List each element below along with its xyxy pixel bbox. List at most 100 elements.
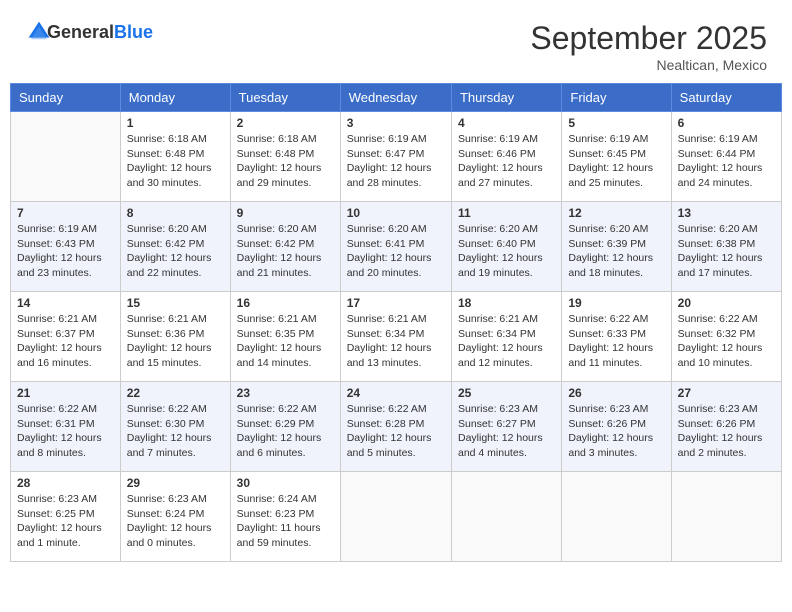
calendar-week-row: 14 Sunrise: 6:21 AM Sunset: 6:37 PM Dayli… [11, 292, 782, 382]
day-number: 15 [127, 296, 224, 310]
day-info: Sunrise: 6:19 AM Sunset: 6:46 PM Dayligh… [458, 132, 555, 191]
calendar-cell: 1 Sunrise: 6:18 AM Sunset: 6:48 PM Daylig… [120, 112, 230, 202]
calendar-cell: 30 Sunrise: 6:24 AM Sunset: 6:23 PM Dayli… [230, 472, 340, 562]
calendar-week-row: 28 Sunrise: 6:23 AM Sunset: 6:25 PM Dayli… [11, 472, 782, 562]
day-number: 2 [237, 116, 334, 130]
day-number: 20 [678, 296, 775, 310]
day-info: Sunrise: 6:23 AM Sunset: 6:26 PM Dayligh… [568, 402, 664, 461]
day-number: 12 [568, 206, 664, 220]
day-number: 23 [237, 386, 334, 400]
day-number: 22 [127, 386, 224, 400]
calendar-cell [562, 472, 671, 562]
day-info: Sunrise: 6:21 AM Sunset: 6:37 PM Dayligh… [17, 312, 114, 371]
calendar-cell [11, 112, 121, 202]
calendar-cell: 2Sunrise: 6:18 AM Sunset: 6:48 PM Daylig… [230, 112, 340, 202]
calendar-cell: 19Sunrise: 6:22 AM Sunset: 6:33 PM Dayli… [562, 292, 671, 382]
day-number: 8 [127, 206, 224, 220]
day-number: 17 [347, 296, 445, 310]
calendar-cell: 25Sunrise: 6:23 AM Sunset: 6:27 PM Dayli… [451, 382, 561, 472]
day-number: 11 [458, 206, 555, 220]
day-info: Sunrise: 6:22 AM Sunset: 6:32 PM Dayligh… [678, 312, 775, 371]
day-number: 7 [17, 206, 114, 220]
calendar-cell: 13Sunrise: 6:20 AM Sunset: 6:38 PM Dayli… [671, 202, 781, 292]
day-number: 6 [678, 116, 775, 130]
day-info: Sunrise: 6:19 AM Sunset: 6:45 PM Dayligh… [568, 132, 664, 191]
calendar-cell: 28 Sunrise: 6:23 AM Sunset: 6:25 PM Dayli… [11, 472, 121, 562]
calendar-cell: 29 Sunrise: 6:23 AM Sunset: 6:24 PM Dayli… [120, 472, 230, 562]
calendar-cell: 17Sunrise: 6:21 AM Sunset: 6:34 PM Dayli… [340, 292, 451, 382]
calendar-week-row: 21 Sunrise: 6:22 AM Sunset: 6:31 PM Dayli… [11, 382, 782, 472]
calendar-cell: 10 Sunrise: 6:20 AM Sunset: 6:41 PM Dayli… [340, 202, 451, 292]
calendar-day-header: Saturday [671, 84, 781, 112]
day-number: 24 [347, 386, 445, 400]
day-info: Sunrise: 6:22 AM Sunset: 6:31 PM Dayligh… [17, 402, 114, 461]
calendar-cell: 22Sunrise: 6:22 AM Sunset: 6:30 PM Dayli… [120, 382, 230, 472]
day-info: Sunrise: 6:20 AM Sunset: 6:42 PM Dayligh… [237, 222, 334, 281]
day-number: 28 [17, 476, 114, 490]
calendar-day-header: Friday [562, 84, 671, 112]
day-info: Sunrise: 6:20 AM Sunset: 6:40 PM Dayligh… [458, 222, 555, 281]
day-number: 13 [678, 206, 775, 220]
calendar-cell: 14 Sunrise: 6:21 AM Sunset: 6:37 PM Dayli… [11, 292, 121, 382]
day-number: 5 [568, 116, 664, 130]
calendar-header-row: SundayMondayTuesdayWednesdayThursdayFrid… [11, 84, 782, 112]
calendar-cell: 26 Sunrise: 6:23 AM Sunset: 6:26 PM Dayli… [562, 382, 671, 472]
calendar-cell: 24 Sunrise: 6:22 AM Sunset: 6:28 PM Dayli… [340, 382, 451, 472]
day-number: 9 [237, 206, 334, 220]
month-title: September 2025 [530, 20, 767, 57]
day-info: Sunrise: 6:24 AM Sunset: 6:23 PM Dayligh… [237, 492, 334, 551]
location: Nealtican, Mexico [530, 57, 767, 73]
day-number: 3 [347, 116, 445, 130]
day-number: 18 [458, 296, 555, 310]
calendar-day-header: Thursday [451, 84, 561, 112]
calendar-cell: 4 Sunrise: 6:19 AM Sunset: 6:46 PM Daylig… [451, 112, 561, 202]
day-info: Sunrise: 6:22 AM Sunset: 6:33 PM Dayligh… [568, 312, 664, 371]
day-info: Sunrise: 6:21 AM Sunset: 6:34 PM Dayligh… [458, 312, 555, 371]
calendar-cell [671, 472, 781, 562]
calendar-cell: 6 Sunrise: 6:19 AM Sunset: 6:44 PM Daylig… [671, 112, 781, 202]
calendar-cell: 5 Sunrise: 6:19 AM Sunset: 6:45 PM Daylig… [562, 112, 671, 202]
day-info: Sunrise: 6:23 AM Sunset: 6:24 PM Dayligh… [127, 492, 224, 551]
day-info: Sunrise: 6:19 AM Sunset: 6:44 PM Dayligh… [678, 132, 775, 191]
day-info: Sunrise: 6:20 AM Sunset: 6:41 PM Dayligh… [347, 222, 445, 281]
calendar-cell: 9 Sunrise: 6:20 AM Sunset: 6:42 PM Daylig… [230, 202, 340, 292]
logo: GeneralBlue [25, 20, 153, 44]
calendar-cell: 15 Sunrise: 6:21 AM Sunset: 6:36 PM Dayli… [120, 292, 230, 382]
calendar-cell [340, 472, 451, 562]
calendar-week-row: 7 Sunrise: 6:19 AM Sunset: 6:43 PM Daylig… [11, 202, 782, 292]
calendar-day-header: Wednesday [340, 84, 451, 112]
day-number: 14 [17, 296, 114, 310]
calendar-cell: 18 Sunrise: 6:21 AM Sunset: 6:34 PM Dayli… [451, 292, 561, 382]
calendar-table: SundayMondayTuesdayWednesdayThursdayFrid… [10, 83, 782, 562]
day-info: Sunrise: 6:22 AM Sunset: 6:29 PM Dayligh… [237, 402, 334, 461]
day-number: 30 [237, 476, 334, 490]
day-info: Sunrise: 6:22 AM Sunset: 6:28 PM Dayligh… [347, 402, 445, 461]
calendar-cell: 21 Sunrise: 6:22 AM Sunset: 6:31 PM Dayli… [11, 382, 121, 472]
calendar-week-row: 1 Sunrise: 6:18 AM Sunset: 6:48 PM Daylig… [11, 112, 782, 202]
calendar-cell: 20 Sunrise: 6:22 AM Sunset: 6:32 PM Dayli… [671, 292, 781, 382]
day-number: 10 [347, 206, 445, 220]
calendar-cell: 3Sunrise: 6:19 AM Sunset: 6:47 PM Daylig… [340, 112, 451, 202]
calendar-cell: 23 Sunrise: 6:22 AM Sunset: 6:29 PM Dayli… [230, 382, 340, 472]
calendar-day-header: Tuesday [230, 84, 340, 112]
day-number: 21 [17, 386, 114, 400]
calendar-cell: 12Sunrise: 6:20 AM Sunset: 6:39 PM Dayli… [562, 202, 671, 292]
calendar-cell: 7 Sunrise: 6:19 AM Sunset: 6:43 PM Daylig… [11, 202, 121, 292]
day-number: 1 [127, 116, 224, 130]
day-info: Sunrise: 6:23 AM Sunset: 6:25 PM Dayligh… [17, 492, 114, 551]
logo-general: General [47, 22, 114, 42]
day-info: Sunrise: 6:23 AM Sunset: 6:26 PM Dayligh… [678, 402, 775, 461]
day-number: 4 [458, 116, 555, 130]
day-number: 26 [568, 386, 664, 400]
day-info: Sunrise: 6:21 AM Sunset: 6:35 PM Dayligh… [237, 312, 334, 371]
day-number: 27 [678, 386, 775, 400]
day-info: Sunrise: 6:23 AM Sunset: 6:27 PM Dayligh… [458, 402, 555, 461]
day-number: 16 [237, 296, 334, 310]
title-area: September 2025 Nealtican, Mexico [530, 20, 767, 73]
calendar-day-header: Sunday [11, 84, 121, 112]
day-info: Sunrise: 6:18 AM Sunset: 6:48 PM Dayligh… [127, 132, 224, 191]
day-number: 29 [127, 476, 224, 490]
day-info: Sunrise: 6:19 AM Sunset: 6:43 PM Dayligh… [17, 222, 114, 281]
day-info: Sunrise: 6:21 AM Sunset: 6:36 PM Dayligh… [127, 312, 224, 371]
day-info: Sunrise: 6:20 AM Sunset: 6:42 PM Dayligh… [127, 222, 224, 281]
